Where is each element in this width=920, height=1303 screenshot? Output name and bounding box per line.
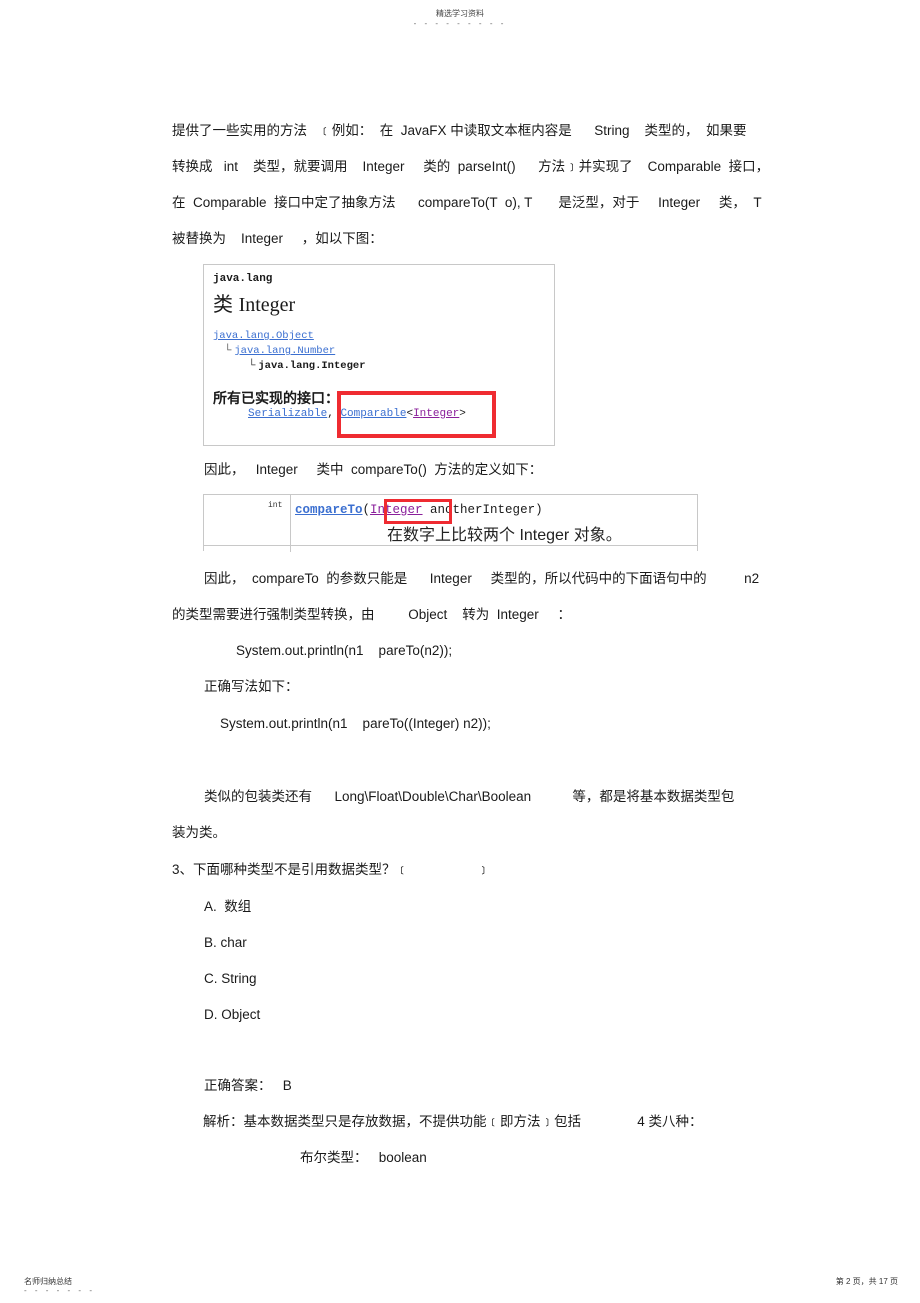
tree-branch-icon: └: [224, 344, 232, 356]
package-name: java.lang: [213, 273, 273, 285]
paragraph-line: 正确写法如下：: [204, 679, 299, 694]
paragraph-line: 在 Comparable 接口中定了抽象方法 compareTo(T o), T…: [172, 195, 762, 210]
hierarchy-integer-row: └ java.lang.Integer: [248, 359, 366, 372]
tree-branch-icon: └: [248, 359, 256, 371]
paragraph-line: 因此， compareTo 的参数只能是 Integer 类型的，所以代码中的下…: [204, 571, 760, 586]
interfaces-label: 所有已实现的接口：: [213, 390, 339, 406]
code-line: System.out.println(n1 pareTo((Integer) n…: [220, 716, 491, 731]
hierarchy-object-link[interactable]: java.lang.Object: [213, 330, 314, 342]
paren: (: [362, 503, 371, 517]
analysis-line: 解析：基本数据类型只是存放数据，不提供功能﹝即方法﹞包括 4 类八种：: [203, 1114, 703, 1129]
footer-left: 名师归纳总结 - - - - - - -: [24, 1276, 95, 1295]
hierarchy-integer: java.lang.Integer: [258, 360, 366, 372]
paragraph-line: 转换成 int 类型，就要调用 Integer 类的 parseInt() 方法…: [172, 159, 770, 174]
column-divider: [290, 495, 291, 552]
option-d: D. Object: [204, 1007, 261, 1022]
footer-dots: - - - - - - -: [24, 1286, 95, 1295]
paragraph-line: 类似的包装类还有 Long\Float\Double\Char\Boolean …: [204, 789, 735, 804]
page-header: 精选学习资料 - - - - - - - - -: [0, 8, 920, 28]
class-title: 类 Integer: [213, 288, 295, 317]
paragraph-line: 被替换为 Integer ，如以下图：: [172, 231, 383, 246]
paragraph-line: 装为类。: [172, 825, 226, 840]
answer-line: 正确答案： B: [204, 1078, 292, 1093]
option-a: A. 数组: [204, 899, 252, 914]
class-prefix: 类: [213, 294, 233, 316]
paragraph-line: 因此， Integer 类中 compareTo() 方法的定义如下：: [204, 462, 543, 477]
question-title: 3、下面哪种类型不是引用数据类型？﹝ ﹞: [172, 862, 491, 877]
option-c: C. String: [204, 971, 257, 986]
option-b: B. char: [204, 935, 247, 950]
compareto-link[interactable]: compareTo: [295, 503, 363, 517]
page-number: 第 2 页，共 17 页: [835, 1277, 898, 1286]
hierarchy-number-row: └ java.lang.Number: [224, 344, 335, 357]
separator: ,: [327, 408, 334, 420]
paragraph-line: 的类型需要进行强制类型转换，由 Object 转为 Integer ：: [172, 607, 572, 622]
footer-left-text: 名师归纳总结: [24, 1277, 72, 1286]
hierarchy-number-link[interactable]: java.lang.Number: [234, 345, 335, 357]
code-line: System.out.println(n1 pareTo(n2));: [236, 643, 453, 658]
method-description: 在数字上比较两个 Integer 对象。: [387, 527, 622, 544]
highlight-box: [384, 499, 452, 524]
row-divider: [204, 545, 697, 546]
paragraph-line: 提供了一些实用的方法 ﹝例如： 在 JavaFX 中读取文本框内容是 Strin…: [172, 123, 747, 138]
header-title: 精选学习资料: [436, 9, 484, 18]
serializable-link[interactable]: Serializable: [248, 408, 327, 420]
class-name: Integer: [238, 294, 296, 316]
detail-line: 布尔类型： boolean: [300, 1150, 427, 1165]
header-dots: - - - - - - - - -: [413, 19, 507, 28]
return-type: int: [268, 501, 283, 510]
highlight-box: [337, 391, 496, 438]
